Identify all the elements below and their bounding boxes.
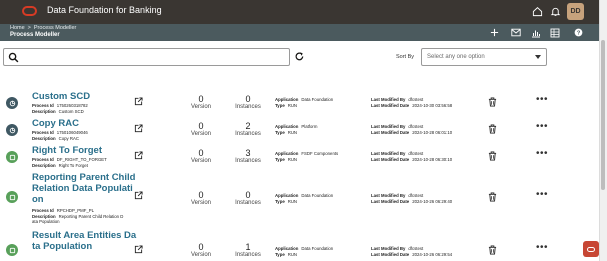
modified-info: Last Modified By dfcstest Last Modified D… [371,246,453,257]
delete-icon[interactable] [488,192,497,202]
process-description-continued: ata Population [32,219,60,224]
modified-info: Last Modified By dfcstest Last Modified D… [371,97,453,108]
instances-count: 3 Instances [235,148,261,164]
version-count: 0 Version [190,190,211,206]
breadcrumb-separator: > [27,25,31,31]
help-icon[interactable]: ? [573,27,584,38]
search-input[interactable] [3,48,290,66]
process-status-icon [6,244,18,256]
instances-count: 0 Instances [235,94,261,110]
avatar[interactable]: DD [567,3,584,20]
chart-icon[interactable] [530,27,541,38]
delete-icon[interactable] [488,245,497,255]
application-info: Application Data Foundation Type RUN [275,193,334,204]
application-info: Application Data Foundation Type RUN [275,246,334,257]
svg-text:?: ? [577,31,581,37]
mail-icon[interactable] [510,27,521,38]
instances-count: 2 Instances [235,121,261,137]
sort-by-select[interactable]: Select any one option [421,48,547,66]
more-options-icon[interactable]: ••• [536,95,548,105]
instances-count: 1 Instances [235,242,261,258]
oracle-assistant-icon[interactable] [583,241,599,257]
application-info: Application Data Foundation Type RUN [275,97,334,108]
search-icon [8,52,19,63]
more-options-icon[interactable]: ••• [536,149,548,159]
application-info: Application Platform Type RUN [275,124,318,135]
process-description: Description Custom SCD [32,108,84,114]
process-description: Description Right To Forget [32,162,88,168]
scrollbar-thumb[interactable] [601,40,605,190]
chevron-down-icon [535,55,541,59]
open-in-new-icon[interactable] [134,124,143,133]
process-name-link[interactable]: Copy RAC [32,118,79,129]
oracle-logo[interactable] [22,6,37,16]
process-status-icon [6,191,18,203]
open-in-new-icon[interactable] [134,191,143,200]
modified-info: Last Modified By dfcstest Last Modified D… [371,193,453,204]
bell-icon[interactable] [549,5,561,17]
open-in-new-icon[interactable] [134,151,143,160]
process-modeller-page: Data Foundation for Banking DD Home > Proc… [0,0,607,261]
modified-info: Last Modified By dfcstest Last Modified D… [371,151,453,162]
app-header: Data Foundation for Banking DD [0,0,599,24]
application-info: Application FSDF Components Type RUN [275,151,339,162]
process-status-icon [6,124,18,136]
page-header: Home > Process Modeller Process Modeller ? [0,24,599,41]
process-status-icon [6,97,18,109]
instances-count: 0 Instances [235,190,261,206]
open-in-new-icon[interactable] [134,245,143,254]
grid-icon[interactable] [549,27,560,38]
modified-info: Last Modified By dfcstest Last Modified D… [371,124,453,135]
more-options-icon[interactable]: ••• [536,190,548,200]
version-count: 0 Version [190,121,211,137]
process-name-link[interactable]: Result Area Entities Da ta Population [32,230,136,252]
app-title: Data Foundation for Banking [47,5,162,15]
version-count: 0 Version [190,94,211,110]
version-count: 0 Version [190,148,211,164]
open-in-new-icon[interactable] [134,97,143,106]
version-count: 0 Version [190,242,211,258]
sort-by-label: Sort By [396,54,415,60]
home-icon[interactable] [531,5,543,17]
delete-icon[interactable] [488,151,497,161]
process-name-link[interactable]: Custom SCD [32,91,90,102]
breadcrumb: Home > Process Modeller [10,25,76,31]
process-name-link[interactable]: Reporting Parent Child Relation Data Pop… [32,172,135,205]
process-status-icon [6,151,18,163]
delete-icon[interactable] [488,124,497,134]
more-options-icon[interactable]: ••• [536,122,548,132]
process-name-link[interactable]: Right To Forget [32,145,102,156]
more-options-icon[interactable]: ••• [536,243,548,253]
breadcrumb-home[interactable]: Home [10,25,25,31]
sort-by-placeholder: Select any one option [427,54,485,60]
refresh-icon[interactable] [294,51,305,62]
process-description: Description Copy RAC [32,135,79,141]
page-title: Process Modeller [10,32,60,38]
add-icon[interactable] [489,27,500,38]
breadcrumb-current: Process Modeller [33,25,77,31]
delete-icon[interactable] [488,97,497,107]
